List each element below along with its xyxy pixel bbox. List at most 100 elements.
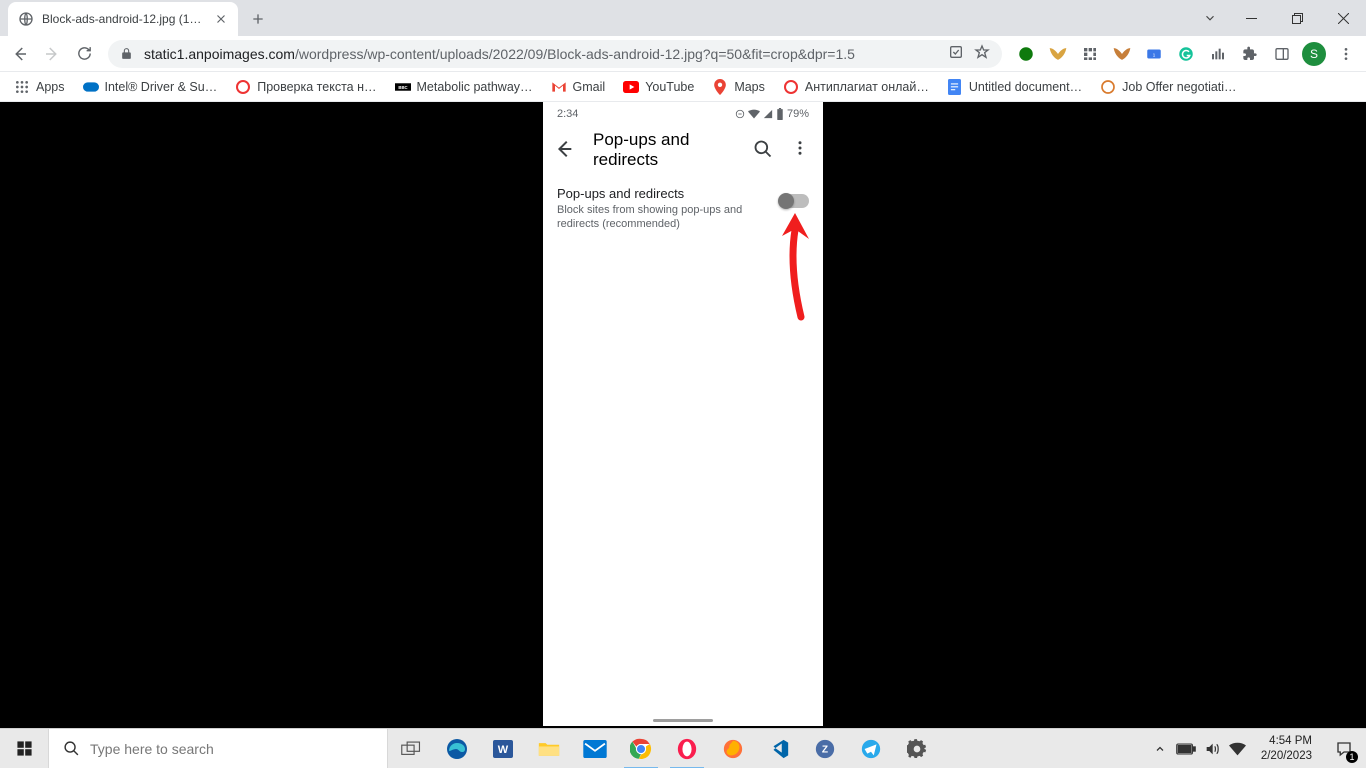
setting-subtitle: Block sites from showing pop-ups and red… <box>557 203 779 232</box>
bookmark-metabolic[interactable]: BBCMetabolic pathway… <box>387 74 541 100</box>
tab-search-button[interactable] <box>1192 0 1228 36</box>
bookmark-textcheck[interactable]: Проверка текста н… <box>227 74 384 100</box>
gmail-icon <box>551 79 567 95</box>
search-placeholder: Type here to search <box>90 741 214 757</box>
chrome-menu-icon[interactable] <box>1332 40 1360 68</box>
wifi-icon <box>748 109 760 119</box>
android-back-icon[interactable] <box>553 138 577 162</box>
maps-pin-icon <box>712 79 728 95</box>
taskbar-explorer-icon[interactable] <box>526 729 572 768</box>
extension-idm-icon[interactable]: 1 <box>1140 40 1168 68</box>
intel-icon <box>83 79 99 95</box>
battery-percent: 79% <box>787 108 809 120</box>
taskbar-settings-icon[interactable] <box>894 729 940 768</box>
new-tab-button[interactable] <box>244 5 272 33</box>
start-button[interactable] <box>0 729 48 768</box>
tray-overflow-icon[interactable] <box>1147 729 1173 768</box>
notification-badge: 1 <box>1346 751 1358 763</box>
lock-icon <box>120 47 134 61</box>
svg-text:BBC: BBC <box>398 85 407 90</box>
red-c-icon <box>235 79 251 95</box>
bbc-icon: BBC <box>395 79 411 95</box>
extensions-menu-icon[interactable] <box>1236 40 1264 68</box>
setting-toggle[interactable] <box>779 194 809 208</box>
windows-taskbar: Type here to search W Z 4:54 PM 2/20/202… <box>0 728 1366 768</box>
android-more-icon[interactable] <box>791 139 813 161</box>
nav-forward-button[interactable] <box>38 40 66 68</box>
setting-row: Pop-ups and redirects Block sites from s… <box>543 174 823 232</box>
extension-grid-icon[interactable] <box>1076 40 1104 68</box>
extension-adblock-icon[interactable] <box>1012 40 1040 68</box>
android-appbar: Pop-ups and redirects <box>543 126 823 174</box>
window-close-button[interactable] <box>1320 0 1366 36</box>
side-panel-icon[interactable] <box>1268 40 1296 68</box>
extension-wings1-icon[interactable] <box>1044 40 1072 68</box>
phone-screenshot: 2:34 79% Pop-ups and redirects Pop-ups a… <box>543 102 823 726</box>
spiral-icon <box>1100 79 1116 95</box>
taskbar-clock[interactable]: 4:54 PM 2/20/2023 <box>1251 734 1322 763</box>
taskbar-chrome-icon[interactable] <box>618 729 664 768</box>
extension-wings2-icon[interactable] <box>1108 40 1136 68</box>
taskbar-firefox-icon[interactable] <box>710 729 756 768</box>
taskbar-opera-icon[interactable] <box>664 729 710 768</box>
window-minimize-button[interactable] <box>1228 0 1274 36</box>
bookmark-intel[interactable]: Intel® Driver & Su… <box>75 74 226 100</box>
action-center-button[interactable]: 1 <box>1322 729 1366 768</box>
battery-icon <box>776 108 784 120</box>
system-tray: 4:54 PM 2/20/2023 1 <box>1147 729 1366 768</box>
taskbar-search[interactable]: Type here to search <box>48 729 388 768</box>
signal-icon <box>763 109 773 119</box>
android-page-title: Pop-ups and redirects <box>593 130 737 170</box>
bookmark-maps[interactable]: Maps <box>704 74 773 100</box>
search-icon <box>63 740 80 757</box>
status-time: 2:34 <box>557 108 578 120</box>
svg-text:Z: Z <box>822 744 828 755</box>
svg-text:W: W <box>498 744 509 756</box>
task-view-button[interactable] <box>388 729 434 768</box>
window-maximize-button[interactable] <box>1274 0 1320 36</box>
close-tab-icon[interactable] <box>214 12 228 26</box>
bookmark-docs[interactable]: Untitled document… <box>939 74 1090 100</box>
taskbar-mail-icon[interactable] <box>572 729 618 768</box>
android-home-indicator <box>653 719 713 722</box>
globe-icon <box>18 11 34 27</box>
install-app-icon[interactable] <box>948 44 964 63</box>
window-controls <box>1192 0 1366 36</box>
tray-volume-icon[interactable] <box>1199 729 1225 768</box>
red-c-icon <box>783 79 799 95</box>
nav-reload-button[interactable] <box>70 40 98 68</box>
url-text: static1.anpoimages.com/wordpress/wp-cont… <box>144 46 938 62</box>
android-statusbar: 2:34 79% <box>543 102 823 126</box>
image-viewer: 2:34 79% Pop-ups and redirects Pop-ups a… <box>0 102 1366 728</box>
dnd-icon <box>735 109 745 119</box>
bookmark-gmail[interactable]: Gmail <box>543 74 614 100</box>
taskbar-word-icon[interactable]: W <box>480 729 526 768</box>
taskbar-zotero-icon[interactable]: Z <box>802 729 848 768</box>
setting-title: Pop-ups and redirects <box>557 186 779 201</box>
apps-icon <box>14 79 30 95</box>
browser-tabstrip: Block-ads-android-12.jpg (1080×… <box>0 0 1366 36</box>
taskbar-vscode-icon[interactable] <box>756 729 802 768</box>
bookmark-apps[interactable]: Apps <box>6 74 73 100</box>
tray-wifi-icon[interactable] <box>1225 729 1251 768</box>
docs-icon <box>947 79 963 95</box>
bookmarks-bar: Apps Intel® Driver & Su… Проверка текста… <box>0 72 1366 102</box>
bookmark-youtube[interactable]: YouTube <box>615 74 702 100</box>
nav-back-button[interactable] <box>6 40 34 68</box>
extensions-row: 1 S <box>1012 40 1360 68</box>
youtube-icon <box>623 79 639 95</box>
tray-battery-icon[interactable] <box>1173 729 1199 768</box>
extension-stats-icon[interactable] <box>1204 40 1232 68</box>
tab-title: Block-ads-android-12.jpg (1080×… <box>42 12 206 26</box>
address-bar[interactable]: static1.anpoimages.com/wordpress/wp-cont… <box>108 40 1002 68</box>
bookmark-star-icon[interactable] <box>974 44 990 63</box>
profile-avatar[interactable]: S <box>1300 40 1328 68</box>
taskbar-telegram-icon[interactable] <box>848 729 894 768</box>
android-search-icon[interactable] <box>753 139 775 161</box>
extension-grammarly-icon[interactable] <box>1172 40 1200 68</box>
taskbar-edge-icon[interactable] <box>434 729 480 768</box>
browser-tab[interactable]: Block-ads-android-12.jpg (1080×… <box>8 2 238 36</box>
browser-toolbar: static1.anpoimages.com/wordpress/wp-cont… <box>0 36 1366 72</box>
bookmark-antiplagiat[interactable]: Антиплагиат онлай… <box>775 74 937 100</box>
bookmark-joboffer[interactable]: Job Offer negotiati… <box>1092 74 1244 100</box>
